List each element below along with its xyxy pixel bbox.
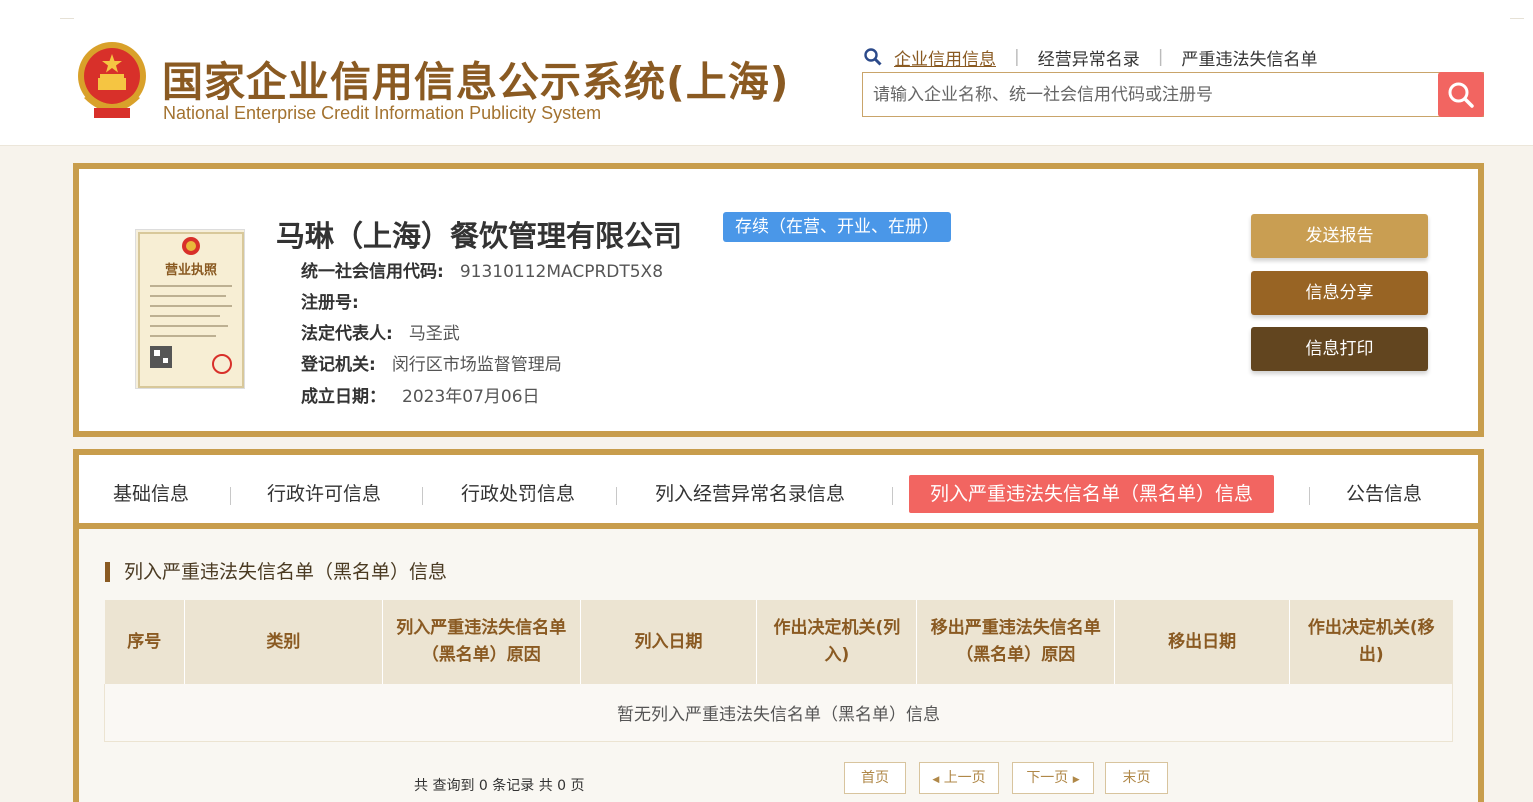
record-summary: 共 查询到 0 条记录 共 0 页 xyxy=(414,778,585,794)
info-label: 登记机关: xyxy=(301,355,376,375)
site-header: 国家企业信用信息公示系统(上海) National Enterprise Cre… xyxy=(0,0,1533,146)
license-thumbnail: 营业执照 xyxy=(138,232,244,388)
table-row: 暂无列入严重违法失信名单（黑名单）信息 xyxy=(104,684,1453,742)
info-row-established: 成立日期： 2023年07月06日 xyxy=(301,382,540,407)
tab-separator xyxy=(616,487,617,505)
info-row-reg-number: 注册号: xyxy=(301,288,375,313)
chevron-left-icon: ◀ xyxy=(932,775,940,785)
company-card: 营业执照 马琳（上海）餐饮管理有限公司 存续（在营、开业、在册） 统一社会信用代… xyxy=(73,163,1484,437)
site-subtitle: National Enterprise Credit Information P… xyxy=(163,103,602,123)
search-input[interactable] xyxy=(863,73,1439,116)
search-button[interactable] xyxy=(1438,72,1484,117)
column-header: 作出决定机关(移出) xyxy=(1289,600,1453,684)
tab-announcements[interactable]: 公告信息 xyxy=(1346,475,1422,513)
info-value: 闵行区市场监督管理局 xyxy=(391,355,562,375)
column-header: 序号 xyxy=(104,600,185,684)
print-info-button[interactable]: 信息打印 xyxy=(1251,327,1428,371)
section-title: 列入严重违法失信名单（黑名单）信息 xyxy=(105,562,447,582)
tab-separator xyxy=(892,487,893,505)
send-report-button[interactable]: 发送报告 xyxy=(1251,214,1428,258)
next-page-button[interactable]: 下一页 ▶ xyxy=(1012,762,1094,794)
company-name: 马琳（上海）餐饮管理有限公司 xyxy=(276,219,683,253)
column-header: 列入日期 xyxy=(580,600,758,684)
blacklist-table: 序号 类别 列入严重违法失信名单（黑名单）原因 列入日期 作出决定机关(列入) … xyxy=(104,600,1453,742)
info-value: 91310112MACPRDT5X8 xyxy=(459,262,664,282)
nav-link-credit-info[interactable]: 企业信用信息 xyxy=(894,45,996,70)
tab-admin-license[interactable]: 行政许可信息 xyxy=(267,475,381,513)
tab-abnormal-list[interactable]: 列入经营异常名录信息 xyxy=(655,475,845,513)
nav-link-abnormal-list[interactable]: 经营异常名录 xyxy=(1038,45,1140,70)
info-panel: 基础信息 行政许可信息 行政处罚信息 列入经营异常名录信息 列入严重违法失信名单… xyxy=(73,449,1484,802)
info-value: 马圣武 xyxy=(408,324,460,344)
info-row-reg-authority: 登记机关: 闵行区市场监督管理局 xyxy=(301,350,562,375)
info-label: 注册号: xyxy=(301,293,359,313)
license-title: 营业执照 xyxy=(165,262,217,278)
header-rule-left xyxy=(60,18,74,19)
next-page-label: 下一页 xyxy=(1026,770,1069,786)
nav-separator: | xyxy=(1014,47,1020,67)
tab-blacklist[interactable]: 列入严重违法失信名单（黑名单）信息 xyxy=(909,475,1275,513)
first-page-button[interactable]: 首页 xyxy=(844,762,906,794)
share-info-button[interactable]: 信息分享 xyxy=(1251,271,1428,315)
tab-separator xyxy=(230,487,231,505)
info-row-legal-rep: 法定代表人: 马圣武 xyxy=(301,319,460,344)
search-magnifier-icon xyxy=(864,48,882,66)
search-icon xyxy=(1448,82,1474,108)
search-box xyxy=(862,72,1484,117)
info-label: 统一社会信用代码: xyxy=(301,262,444,282)
table-header-row: 序号 类别 列入严重违法失信名单（黑名单）原因 列入日期 作出决定机关(列入) … xyxy=(104,600,1453,684)
info-row-credit-code: 统一社会信用代码: 91310112MACPRDT5X8 xyxy=(301,257,663,282)
business-license-image[interactable]: 营业执照 xyxy=(135,229,245,389)
site-title: 国家企业信用信息公示系统(上海) xyxy=(162,58,790,106)
tab-bar: 基础信息 行政许可信息 行政处罚信息 列入经营异常名录信息 列入严重违法失信名单… xyxy=(79,455,1478,529)
prev-page-label: 上一页 xyxy=(943,770,986,786)
chevron-right-icon: ▶ xyxy=(1072,775,1080,785)
tab-separator xyxy=(1309,487,1310,505)
column-header: 移出严重违法失信名单（黑名单）原因 xyxy=(916,600,1116,684)
nav-link-blacklist[interactable]: 严重违法失信名单 xyxy=(1181,45,1317,70)
tab-admin-penalty[interactable]: 行政处罚信息 xyxy=(461,475,575,513)
tab-separator xyxy=(422,487,423,505)
top-nav: 企业信用信息 | 经营异常名录 | 严重违法失信名单 xyxy=(864,44,1317,70)
national-emblem-icon xyxy=(78,42,146,118)
tab-basic-info[interactable]: 基础信息 xyxy=(113,475,189,513)
info-label: 法定代表人: xyxy=(301,324,393,344)
header-rule-right xyxy=(1510,18,1524,19)
column-header: 作出决定机关(列入) xyxy=(756,600,918,684)
empty-state-text: 暂无列入严重违法失信名单（黑名单）信息 xyxy=(104,684,1453,742)
nav-separator: | xyxy=(1157,47,1164,67)
last-page-button[interactable]: 末页 xyxy=(1105,762,1168,794)
column-header: 列入严重违法失信名单（黑名单）原因 xyxy=(382,600,581,684)
status-badge: 存续（在营、开业、在册） xyxy=(723,212,951,242)
info-value: 2023年07月06日 xyxy=(402,387,540,407)
info-label: 成立日期： xyxy=(301,387,386,407)
prev-page-button[interactable]: ◀ 上一页 xyxy=(919,762,999,794)
column-header: 移出日期 xyxy=(1114,600,1291,684)
column-header: 类别 xyxy=(184,600,383,684)
